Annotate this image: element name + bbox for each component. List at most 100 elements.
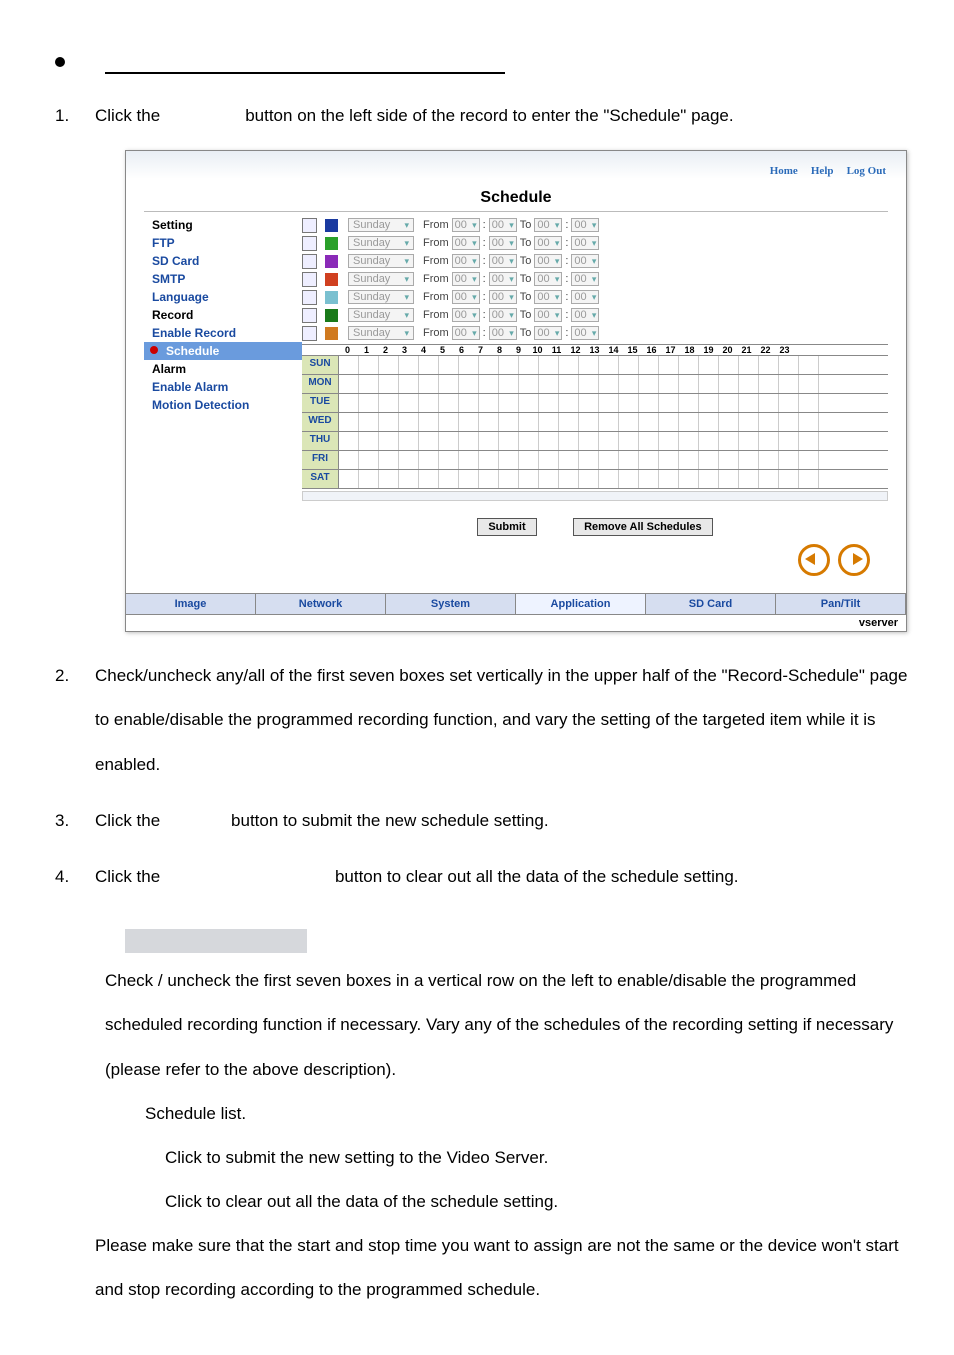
- schedule-cell[interactable]: [579, 375, 599, 393]
- schedule-cell[interactable]: [719, 375, 739, 393]
- schedule-cell[interactable]: [479, 451, 499, 469]
- schedule-cell[interactable]: [659, 470, 679, 488]
- schedule-cell[interactable]: [739, 394, 759, 412]
- to-min-select[interactable]: 00▾: [571, 272, 599, 286]
- schedule-cell[interactable]: [499, 356, 519, 374]
- schedule-cell[interactable]: [459, 375, 479, 393]
- sidebar-item-motion-detection[interactable]: Motion Detection: [144, 396, 302, 414]
- tab-sd-card[interactable]: SD Card: [646, 594, 776, 614]
- from-min-select[interactable]: 00▾: [489, 326, 517, 340]
- schedule-cell[interactable]: [739, 375, 759, 393]
- schedule-cell[interactable]: [359, 394, 379, 412]
- schedule-cell[interactable]: [599, 470, 619, 488]
- submit-button[interactable]: Submit: [477, 518, 536, 536]
- schedule-cell[interactable]: [619, 356, 639, 374]
- schedule-cell[interactable]: [519, 375, 539, 393]
- schedule-cell[interactable]: [699, 375, 719, 393]
- schedule-cell[interactable]: [719, 394, 739, 412]
- schedule-cell[interactable]: [399, 394, 419, 412]
- schedule-cell[interactable]: [699, 356, 719, 374]
- schedule-cell[interactable]: [499, 451, 519, 469]
- schedule-cell[interactable]: [779, 470, 799, 488]
- schedule-cell[interactable]: [639, 470, 659, 488]
- to-min-select[interactable]: 00▾: [571, 290, 599, 304]
- schedule-cell[interactable]: [799, 413, 819, 431]
- next-arrow-icon[interactable]: [838, 544, 870, 576]
- schedule-checkbox[interactable]: [302, 236, 317, 251]
- schedule-cell[interactable]: [499, 394, 519, 412]
- schedule-cell[interactable]: [719, 470, 739, 488]
- schedule-cell[interactable]: [619, 451, 639, 469]
- prev-arrow-icon[interactable]: [798, 544, 830, 576]
- tab-system[interactable]: System: [386, 594, 516, 614]
- schedule-cell[interactable]: [339, 394, 359, 412]
- schedule-cell[interactable]: [499, 432, 519, 450]
- schedule-cell[interactable]: [779, 375, 799, 393]
- day-select[interactable]: Sunday▾: [348, 236, 414, 250]
- sidebar-item-alarm[interactable]: Alarm: [144, 360, 302, 378]
- schedule-cell[interactable]: [499, 470, 519, 488]
- schedule-cell[interactable]: [799, 451, 819, 469]
- schedule-cell[interactable]: [799, 470, 819, 488]
- schedule-cell[interactable]: [679, 394, 699, 412]
- day-select[interactable]: Sunday▾: [348, 254, 414, 268]
- schedule-cell[interactable]: [459, 413, 479, 431]
- sidebar-item-enable-record[interactable]: Enable Record: [144, 324, 302, 342]
- schedule-cell[interactable]: [359, 451, 379, 469]
- to-hour-select[interactable]: 00▾: [534, 218, 562, 232]
- schedule-cell[interactable]: [539, 470, 559, 488]
- tab-pan-tilt[interactable]: Pan/Tilt: [776, 594, 906, 614]
- schedule-cell[interactable]: [579, 451, 599, 469]
- schedule-cell[interactable]: [599, 356, 619, 374]
- schedule-cell[interactable]: [739, 413, 759, 431]
- schedule-cell[interactable]: [759, 375, 779, 393]
- schedule-cell[interactable]: [419, 432, 439, 450]
- schedule-cell[interactable]: [479, 375, 499, 393]
- schedule-cell[interactable]: [739, 432, 759, 450]
- day-select[interactable]: Sunday▾: [348, 308, 414, 322]
- schedule-cell[interactable]: [499, 375, 519, 393]
- schedule-cell[interactable]: [379, 413, 399, 431]
- schedule-cell[interactable]: [439, 451, 459, 469]
- schedule-cell[interactable]: [439, 413, 459, 431]
- schedule-cell[interactable]: [739, 470, 759, 488]
- schedule-cell[interactable]: [459, 432, 479, 450]
- schedule-cell[interactable]: [639, 413, 659, 431]
- schedule-cell[interactable]: [619, 432, 639, 450]
- schedule-cell[interactable]: [579, 470, 599, 488]
- schedule-cell[interactable]: [639, 356, 659, 374]
- sidebar-item-setting[interactable]: Setting: [144, 216, 302, 234]
- schedule-cell[interactable]: [479, 470, 499, 488]
- from-hour-select[interactable]: 00▾: [452, 290, 480, 304]
- schedule-checkbox[interactable]: [302, 218, 317, 233]
- schedule-cell[interactable]: [399, 375, 419, 393]
- schedule-cell[interactable]: [479, 356, 499, 374]
- schedule-cell[interactable]: [559, 375, 579, 393]
- from-hour-select[interactable]: 00▾: [452, 308, 480, 322]
- schedule-cell[interactable]: [439, 432, 459, 450]
- schedule-cell[interactable]: [759, 470, 779, 488]
- schedule-cell[interactable]: [659, 432, 679, 450]
- schedule-cell[interactable]: [619, 394, 639, 412]
- schedule-cell[interactable]: [479, 394, 499, 412]
- schedule-cell[interactable]: [599, 413, 619, 431]
- schedule-cell[interactable]: [579, 413, 599, 431]
- schedule-cell[interactable]: [699, 432, 719, 450]
- schedule-cell[interactable]: [699, 470, 719, 488]
- day-select[interactable]: Sunday▾: [348, 290, 414, 304]
- to-hour-select[interactable]: 00▾: [534, 326, 562, 340]
- from-hour-select[interactable]: 00▾: [452, 254, 480, 268]
- schedule-cell[interactable]: [759, 451, 779, 469]
- schedule-cell[interactable]: [559, 356, 579, 374]
- schedule-cell[interactable]: [419, 356, 439, 374]
- schedule-cell[interactable]: [699, 394, 719, 412]
- schedule-cell[interactable]: [399, 413, 419, 431]
- schedule-cell[interactable]: [559, 413, 579, 431]
- schedule-cell[interactable]: [419, 394, 439, 412]
- schedule-cell[interactable]: [639, 394, 659, 412]
- from-hour-select[interactable]: 00▾: [452, 326, 480, 340]
- schedule-cell[interactable]: [639, 432, 659, 450]
- schedule-cell[interactable]: [419, 470, 439, 488]
- sidebar-item-smtp[interactable]: SMTP: [144, 270, 302, 288]
- schedule-cell[interactable]: [359, 356, 379, 374]
